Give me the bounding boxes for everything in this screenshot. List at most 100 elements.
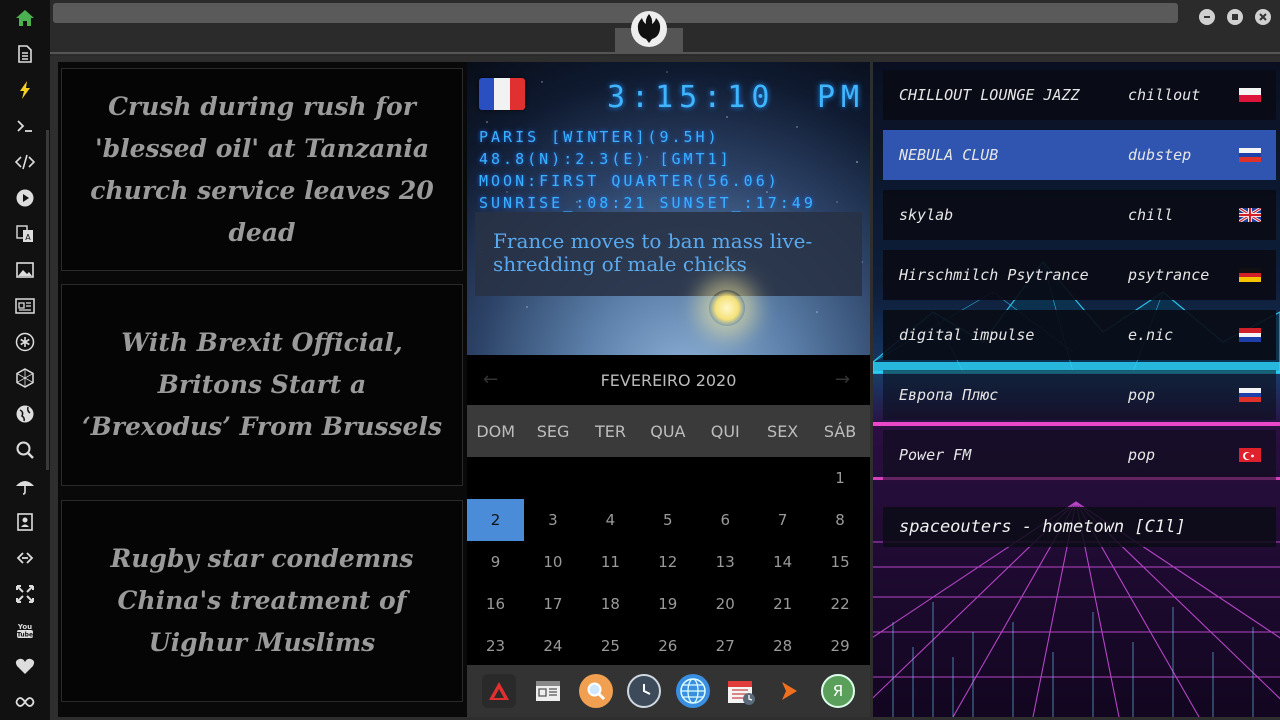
search-app-icon[interactable] xyxy=(578,674,613,708)
contacts-icon[interactable] xyxy=(13,510,37,534)
globe-icon[interactable] xyxy=(13,402,37,426)
calendar-day[interactable]: 18 xyxy=(582,583,639,625)
calendar-app-icon[interactable] xyxy=(724,674,758,708)
expand-icon[interactable] xyxy=(13,582,37,606)
infinity-icon[interactable] xyxy=(13,690,37,714)
top-bar xyxy=(50,0,1280,56)
calendar-day[interactable]: 3 xyxy=(524,499,581,541)
close-button[interactable] xyxy=(1255,9,1271,25)
maximize-button[interactable] xyxy=(1227,9,1243,25)
news-card[interactable]: Rugby star condemns China's treatment of… xyxy=(61,500,463,702)
yandex-icon[interactable]: Я xyxy=(820,674,855,708)
minimize-button[interactable] xyxy=(1199,9,1215,25)
calendar-day[interactable]: 29 xyxy=(812,625,869,667)
news-headline: Crush during rush for 'blessed oil' at T… xyxy=(90,91,434,247)
svg-text:Tube: Tube xyxy=(17,632,33,639)
address-bar[interactable] xyxy=(53,3,1178,23)
news-headline: Rugby star condemns China's treatment of… xyxy=(110,544,414,657)
calendar-day-selected[interactable]: 2 xyxy=(467,499,524,541)
play-arrow-icon[interactable] xyxy=(772,674,806,708)
bolt-icon[interactable] xyxy=(13,78,37,102)
calendar-day[interactable]: 17 xyxy=(524,583,581,625)
russia-flag xyxy=(1239,388,1261,403)
weekday-label: SÁB xyxy=(823,421,857,441)
search-icon[interactable] xyxy=(13,438,37,462)
home-icon[interactable] xyxy=(13,6,37,30)
link-icon[interactable] xyxy=(13,546,37,570)
weather-clock-panel: 3:15:10 PM PARIS [WINTER](9.5H) 48.8(N):… xyxy=(467,62,870,355)
sidebar-scrollbar[interactable] xyxy=(46,130,49,470)
browser-globe-icon[interactable] xyxy=(675,674,710,708)
station-item[interactable]: digital impulse e.nic xyxy=(883,310,1276,360)
station-name: NEBULA CLUB xyxy=(899,146,999,164)
calendar-day[interactable]: 21 xyxy=(754,583,811,625)
poland-flag xyxy=(1239,88,1261,102)
news-card[interactable]: Crush during rush for 'blessed oil' at T… xyxy=(61,68,463,271)
image-icon[interactable] xyxy=(13,258,37,282)
umbrella-icon[interactable] xyxy=(13,474,37,498)
newspaper-icon[interactable] xyxy=(13,294,37,318)
youtube-icon[interactable]: You Tube xyxy=(13,618,37,642)
calendar-day[interactable]: 27 xyxy=(697,625,754,667)
calendar-day[interactable]: 6 xyxy=(697,499,754,541)
russia-flag xyxy=(1239,148,1261,163)
translate-icon[interactable]: A xyxy=(13,222,37,246)
news-reader-icon[interactable] xyxy=(531,674,565,708)
calendar-day[interactable]: 7 xyxy=(754,499,811,541)
calendar-day[interactable]: 23 xyxy=(467,625,524,667)
calendar-day[interactable]: 26 xyxy=(639,625,696,667)
heart-icon[interactable] xyxy=(13,654,37,678)
now-playing-bar[interactable]: spaceouters - hometown [C1l] xyxy=(883,507,1276,547)
next-month-button[interactable]: → xyxy=(835,369,850,390)
station-genre: chill xyxy=(1128,206,1174,224)
station-name: CHILLOUT LOUNGE JAZZ xyxy=(899,86,1080,104)
calendar-day[interactable]: 25 xyxy=(582,625,639,667)
station-item[interactable]: skylab chill xyxy=(883,190,1276,240)
rebel-alliance-logo xyxy=(631,11,667,47)
station-item[interactable]: NEBULA CLUB dubstep xyxy=(883,130,1276,180)
calendar-day[interactable]: 19 xyxy=(639,583,696,625)
document-icon[interactable] xyxy=(13,42,37,66)
croatia-flag xyxy=(1239,328,1261,343)
france-flag xyxy=(479,78,525,110)
station-genre: psytrance xyxy=(1128,266,1210,284)
play-icon[interactable] xyxy=(13,186,37,210)
station-item[interactable]: Европа Плюс pop xyxy=(883,370,1276,420)
calendar-day[interactable]: 13 xyxy=(697,541,754,583)
news-card[interactable]: With Brexit Official, Britons Start a ‘B… xyxy=(61,284,463,486)
calendar-day[interactable]: 8 xyxy=(812,499,869,541)
calendar-day[interactable]: 14 xyxy=(754,541,811,583)
turkey-flag xyxy=(1239,448,1261,462)
calendar-day[interactable]: 20 xyxy=(697,583,754,625)
weather-headline-box[interactable]: France moves to ban mass live-shredding … xyxy=(475,212,862,296)
calendar-day[interactable]: 11 xyxy=(582,541,639,583)
prev-month-button[interactable]: ← xyxy=(483,369,498,390)
clock-app-icon[interactable] xyxy=(627,674,662,708)
app-window: A You Tube Crush during rush for 'blessed… xyxy=(0,0,1280,720)
calendar-day[interactable]: 10 xyxy=(524,541,581,583)
calendar-day[interactable]: 28 xyxy=(754,625,811,667)
station-item[interactable]: Hirschmilch Psytrance psytrance xyxy=(883,250,1276,300)
calendar-day[interactable]: 24 xyxy=(524,625,581,667)
news-column: Crush during rush for 'blessed oil' at T… xyxy=(58,62,467,717)
hexagon-icon[interactable] xyxy=(13,366,37,390)
code-icon[interactable] xyxy=(13,150,37,174)
asterisk-icon[interactable] xyxy=(13,330,37,354)
terminal-icon[interactable] xyxy=(13,114,37,138)
station-item[interactable]: CHILLOUT LOUNGE JAZZ chillout xyxy=(883,70,1276,120)
calendar-day[interactable]: 12 xyxy=(639,541,696,583)
sun-times-line: SUNRISE_:08:21 SUNSET_:17:49 xyxy=(479,194,816,212)
station-item[interactable]: Power FM pop xyxy=(883,430,1276,480)
calendar-day[interactable]: 16 xyxy=(467,583,524,625)
moon-icon xyxy=(709,290,745,326)
station-genre: pop xyxy=(1128,446,1156,464)
calendar-day[interactable]: 22 xyxy=(812,583,869,625)
calendar-day[interactable]: 4 xyxy=(582,499,639,541)
station-genre: dubstep xyxy=(1128,146,1192,164)
vivaldi-icon[interactable] xyxy=(482,674,517,708)
calendar-day[interactable]: 5 xyxy=(639,499,696,541)
calendar-day[interactable]: 9 xyxy=(467,541,524,583)
calendar-day[interactable]: 15 xyxy=(812,541,869,583)
calendar-day[interactable]: 1 xyxy=(812,457,869,499)
station-genre: pop xyxy=(1128,386,1156,404)
